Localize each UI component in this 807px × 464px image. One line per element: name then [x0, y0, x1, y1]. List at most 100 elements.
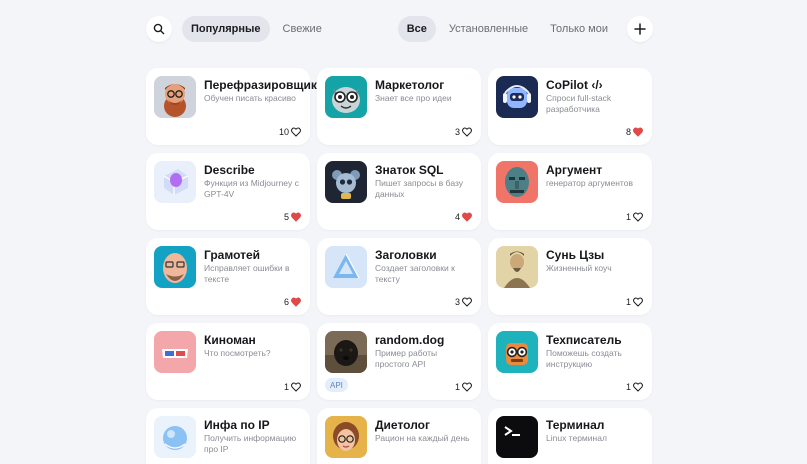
owl-glasses-avatar [325, 76, 367, 118]
glass-cube-avatar [154, 161, 196, 203]
assistant-description: Исправляет ошибки в тексте [204, 263, 290, 284]
assistant-description: Спроси full-stack разработчика [546, 93, 612, 114]
assistant-description: генератор аргументов [546, 178, 633, 188]
assistant-title: Сунь Цзы [546, 248, 605, 262]
heart-icon [633, 382, 643, 392]
assistant-title: random.dog [375, 333, 445, 347]
assistant-description: Создает заголовки к тексту [375, 263, 455, 284]
like-button[interactable]: 4 [455, 212, 472, 222]
assistant-title: CoPilot ‹/› [546, 78, 603, 92]
assistant-description: Функция из Midjourney с GPT-4V [204, 178, 299, 199]
assistant-description: Linux терминал [546, 433, 607, 443]
assistant-card[interactable]: Аргумент генератор аргументов 1 [488, 153, 652, 230]
assistant-description: Рацион на каждый день [375, 433, 470, 443]
heart-icon [462, 382, 472, 392]
tab-only-mine[interactable]: Только мои [541, 16, 617, 42]
assistant-card[interactable]: Знаток SQL Пишет запросы в базу данных 4 [317, 153, 481, 230]
assistant-description: Поможешь создать инструкцию [546, 348, 622, 369]
heart-icon [291, 382, 301, 392]
like-button[interactable]: 1 [284, 382, 301, 392]
tab-fresh[interactable]: Свежие [274, 16, 331, 42]
assistant-card[interactable]: Грамотей Исправляет ошибки в тексте 6 [146, 238, 310, 315]
heart-icon [462, 212, 472, 222]
assistant-title: Аргумент [546, 163, 603, 177]
glass-sphere-avatar [154, 416, 196, 458]
heart-icon [291, 297, 301, 307]
heart-icon [291, 212, 301, 222]
tribal-mask-avatar [496, 161, 538, 203]
like-button[interactable]: 5 [284, 212, 301, 222]
assistant-card[interactable]: Терминал Linux терминал [488, 408, 652, 464]
like-button[interactable]: 10 [279, 127, 301, 137]
assistant-description: Пишет запросы в базу данных [375, 178, 464, 199]
heart-icon [633, 212, 643, 222]
like-count: 1 [283, 382, 289, 392]
plus-icon [634, 23, 646, 35]
sun-tzu-avatar [496, 246, 538, 288]
assistant-title: Знаток SQL [375, 163, 444, 177]
assistant-description: Жизненный коуч [546, 263, 612, 273]
assistant-card[interactable]: Перефразировщик Обучен писать красиво 10 [146, 68, 317, 145]
like-count: 1 [625, 382, 631, 392]
heart-icon [291, 127, 301, 137]
assistant-title: Диетолог [375, 418, 430, 432]
assistant-card[interactable]: Техписатель Поможешь создать инструкцию 1 [488, 323, 652, 400]
assistant-card[interactable]: random.dog Пример работы простого API API 1 [317, 323, 481, 400]
assistant-title: Киноман [204, 333, 256, 347]
like-button[interactable]: 1 [626, 382, 643, 392]
assistant-description: Знает все про идеи [375, 93, 452, 103]
assistant-title: Грамотей [204, 248, 261, 262]
heart-icon [462, 127, 472, 137]
assistant-title: Перефразировщик [204, 78, 317, 92]
assistant-description: Что посмотреть? [204, 348, 271, 358]
like-button[interactable]: 3 [455, 127, 472, 137]
like-button[interactable]: 6 [284, 297, 301, 307]
assistant-title: Describe [204, 163, 255, 177]
tab-popular[interactable]: Популярные [182, 16, 270, 42]
assistant-card[interactable]: Маркетолог Знает все про идеи 3 [317, 68, 481, 145]
robot-headphones-avatar [496, 76, 538, 118]
assistant-card[interactable]: Инфа по IP Получить информацию про IP [146, 408, 310, 464]
assistant-title: Терминал [546, 418, 605, 432]
add-button[interactable] [627, 16, 653, 42]
heart-icon [633, 127, 643, 137]
tab-all[interactable]: Все [397, 16, 436, 42]
assistant-description: Пример работы простого API [375, 348, 438, 369]
assistant-card[interactable]: Сунь Цзы Жизненный коуч 1 [488, 238, 652, 315]
assistant-card[interactable]: Диетолог Рацион на каждый день [317, 408, 481, 464]
like-count: 4 [454, 212, 460, 222]
3d-glasses-avatar [154, 331, 196, 373]
tab-installed[interactable]: Установленные [440, 16, 537, 42]
dog-photo-avatar [325, 331, 367, 373]
bald-man-avatar [154, 246, 196, 288]
sort-filter-group: Популярные Свежие [146, 16, 331, 42]
glass-triangle-avatar [325, 246, 367, 288]
like-count: 10 [278, 127, 289, 137]
like-button[interactable]: 3 [455, 297, 472, 307]
bearded-man-avatar [154, 76, 196, 118]
heart-icon [462, 297, 472, 307]
terminal-avatar [496, 416, 538, 458]
like-button[interactable]: 1 [455, 382, 472, 392]
like-count: 3 [454, 297, 460, 307]
like-count: 5 [283, 212, 289, 222]
assistant-title: Инфа по IP [204, 418, 270, 432]
like-count: 6 [283, 297, 289, 307]
like-count: 8 [625, 127, 631, 137]
like-button[interactable]: 1 [626, 297, 643, 307]
assistant-card[interactable]: Киноман Что посмотреть? 1 [146, 323, 310, 400]
like-button[interactable]: 1 [626, 212, 643, 222]
like-button[interactable]: 8 [626, 127, 643, 137]
top-toolbar: Популярные Свежие Все Установленные Толь… [146, 16, 653, 42]
robot-glasses-avatar [496, 331, 538, 373]
assistant-card[interactable]: Describe Функция из Midjourney с GPT-4V 5 [146, 153, 310, 230]
like-count: 1 [625, 212, 631, 222]
assistant-title: Заголовки [375, 248, 437, 262]
assistant-grid: Перефразировщик Обучен писать красиво 10 Ма… [146, 68, 652, 464]
search-button[interactable] [146, 16, 172, 42]
search-icon [153, 23, 165, 35]
heart-icon [633, 297, 643, 307]
like-count: 3 [454, 127, 460, 137]
assistant-card[interactable]: CoPilot ‹/› Спроси full-stack разработчик… [488, 68, 652, 145]
assistant-card[interactable]: Заголовки Создает заголовки к тексту 3 [317, 238, 481, 315]
